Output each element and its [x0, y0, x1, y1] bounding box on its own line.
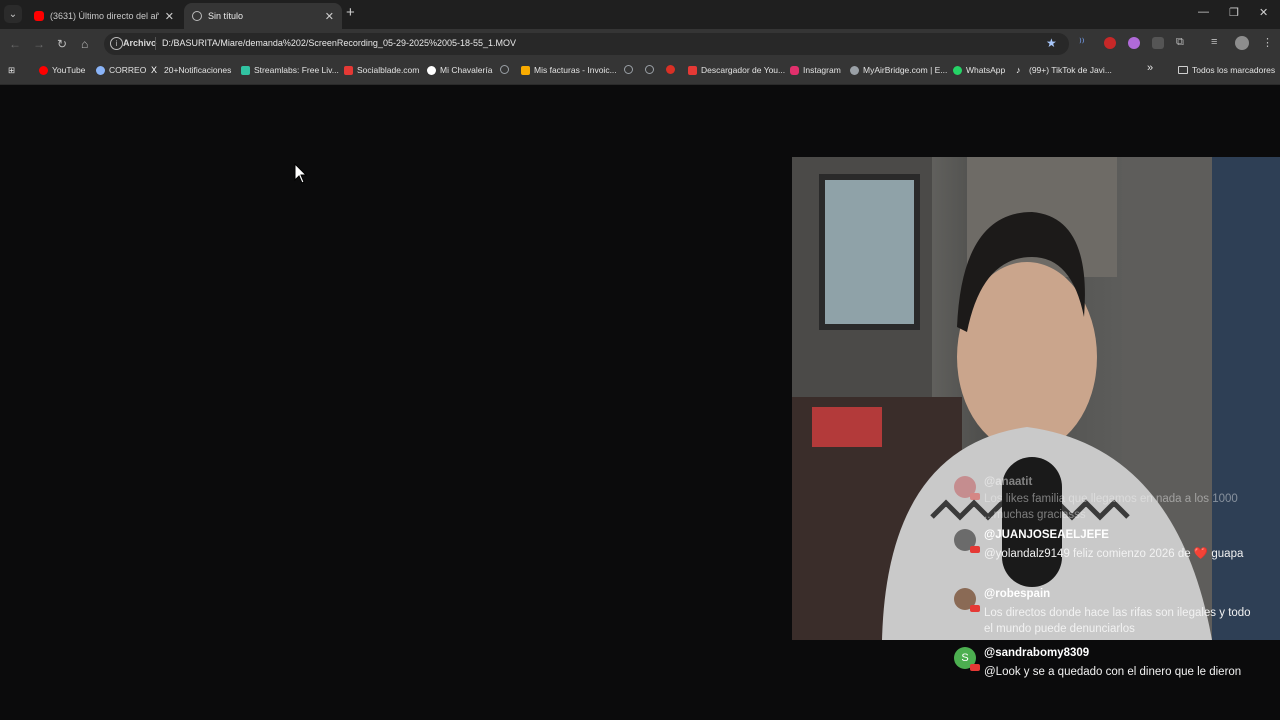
bookmark-label: Mi Chavalería [440, 65, 493, 75]
bookmark-globe[interactable] [645, 65, 658, 74]
youtube-icon [34, 11, 44, 21]
bookmark-label: Streamlabs: Free Liv... [254, 65, 339, 75]
globe-icon [624, 65, 633, 74]
bookmark-streamlabs[interactable]: Streamlabs: Free Liv... [241, 65, 339, 75]
chat-username: @JUANJOSEAELJEFE [984, 529, 1109, 541]
bookmark-red[interactable] [666, 65, 679, 74]
chat-username: @anaatit [984, 476, 1033, 488]
chat-text: Los likes familia que llegamos en nada a… [984, 493, 1238, 521]
chat-username: @robespain [984, 588, 1051, 600]
bookmark-label: CORREO [109, 65, 147, 75]
tab-active[interactable]: Sin título ✕ [184, 3, 342, 29]
avatar: S [954, 647, 980, 671]
media-icon[interactable]: ≡ [1211, 36, 1217, 48]
tab-youtube[interactable]: (3631) Último directo del año - ✕ [26, 3, 182, 29]
bookmark-x[interactable]: X 20+Notificaciones [151, 65, 231, 75]
bookmark-facturas[interactable]: Mis facturas - Invoic... [521, 65, 617, 75]
window-close-icon[interactable]: ✕ [1259, 6, 1268, 19]
invoice-icon [521, 65, 530, 75]
close-icon[interactable]: ✕ [165, 10, 174, 23]
menu-icon[interactable]: ⋮ [1262, 36, 1273, 49]
bookmark-socialblade[interactable]: Socialblade.com [344, 65, 419, 75]
bookmark-correo[interactable]: CORREO [96, 65, 146, 75]
globe-icon [645, 65, 654, 74]
puzzle-icon[interactable]: ⧉ [1176, 36, 1184, 49]
chat-text: @yolandalz9149 feliz comienzo 2026 de ❤️… [984, 548, 1244, 560]
download-icon [688, 65, 697, 75]
youtube-icon [39, 65, 48, 75]
tab-title: (3631) Último directo del año - [50, 11, 159, 21]
new-tab-button[interactable]: + [346, 5, 355, 20]
chart-icon [344, 65, 353, 75]
bookmark-globe[interactable] [500, 65, 513, 74]
bookmark-tiktok[interactable]: ♪ (99+) TikTok de Javi... [1016, 65, 1112, 75]
tiktok-icon: ♪ [1016, 64, 1021, 75]
bookmark-instagram[interactable]: Instagram [790, 65, 841, 75]
bookmark-label: Descargador de You... [701, 65, 786, 75]
youtube-icon [970, 493, 980, 500]
extension-icon[interactable] [1104, 37, 1116, 49]
tab-search-button[interactable]: ⌄ [4, 5, 22, 23]
avatar[interactable] [1235, 36, 1249, 50]
restore-icon[interactable]: ❐ [1229, 6, 1239, 19]
bookmark-youtube[interactable]: YouTube [39, 65, 85, 75]
extension-icon[interactable]: ⁾⁾ [1079, 36, 1084, 49]
bookmark-label: (99+) TikTok de Javi... [1029, 65, 1112, 75]
info-icon[interactable]: i [110, 37, 123, 50]
bookmark-label: WhatsApp [966, 65, 1006, 75]
folder-icon [1178, 66, 1188, 74]
file-chip: Archivo [123, 38, 157, 48]
apps-icon[interactable]: ⊞ [8, 65, 15, 76]
chat-text: @Look y se a quedado con el dinero que l… [984, 666, 1242, 678]
all-bookmarks-folder[interactable]: Todos los marcadores [1178, 65, 1275, 75]
x-icon: X [151, 64, 158, 75]
bookmark-label: MyAirBridge.com | E... [863, 65, 948, 75]
mouse-cursor-icon [294, 162, 308, 190]
avatar [954, 588, 980, 612]
red-dot-icon [666, 65, 675, 74]
extension-icon[interactable] [1152, 37, 1164, 49]
tab-title: Sin título [208, 11, 244, 21]
bookmark-label: Todos los marcadores [1192, 65, 1276, 75]
chat-text: Los directos donde hace las rifas son il… [984, 607, 1251, 635]
cloud-icon [850, 65, 859, 75]
github-icon [427, 65, 436, 75]
youtube-icon [970, 605, 980, 612]
bookmarks-overflow-button[interactable]: » [1147, 62, 1153, 74]
bookmark-label: Socialblade.com [357, 65, 420, 75]
live-chat-overlay: @anaatit Los likes familia que llegamos … [944, 468, 1280, 704]
minimize-icon[interactable]: — [1198, 6, 1209, 18]
bookmark-label: Instagram [803, 65, 841, 75]
bookmark-chavaleria[interactable]: Mi Chavalería [427, 65, 492, 75]
youtube-icon [970, 664, 980, 671]
avatar-letter: S [961, 652, 969, 664]
bookmark-star-icon[interactable]: ★ [1046, 36, 1057, 50]
bookmark-myairbridge[interactable]: MyAirBridge.com | E... [850, 65, 947, 75]
bookmark-label: 20+Notificaciones [164, 65, 232, 75]
chat-username: @sandrabomy8309 [984, 647, 1090, 659]
url-text[interactable]: D:/BASURITA/Miare/demanda%202/ScreenReco… [162, 38, 516, 48]
bookmark-label: YouTube [52, 65, 86, 75]
forward-icon[interactable]: → [33, 37, 45, 51]
bookmark-whatsapp[interactable]: WhatsApp [953, 65, 1005, 75]
bookmark-globe[interactable] [624, 65, 637, 74]
globe-icon [192, 11, 202, 21]
globe-icon [500, 65, 509, 74]
bookmark-descargador[interactable]: Descargador de You... [688, 65, 785, 75]
youtube-icon [970, 546, 980, 553]
avatar [954, 476, 980, 500]
avatar [954, 529, 980, 553]
back-icon[interactable]: ← [9, 37, 21, 51]
close-icon[interactable]: ✕ [325, 10, 334, 23]
streamlabs-icon [241, 65, 250, 75]
reload-icon[interactable]: ↻ [57, 37, 67, 51]
mail-icon [96, 65, 105, 75]
divider [155, 37, 156, 50]
whatsapp-icon [953, 65, 962, 75]
instagram-icon [790, 65, 799, 75]
bookmark-label: Mis facturas - Invoic... [534, 65, 617, 75]
extension-icon[interactable] [1128, 37, 1140, 49]
home-icon[interactable]: ⌂ [81, 37, 88, 51]
